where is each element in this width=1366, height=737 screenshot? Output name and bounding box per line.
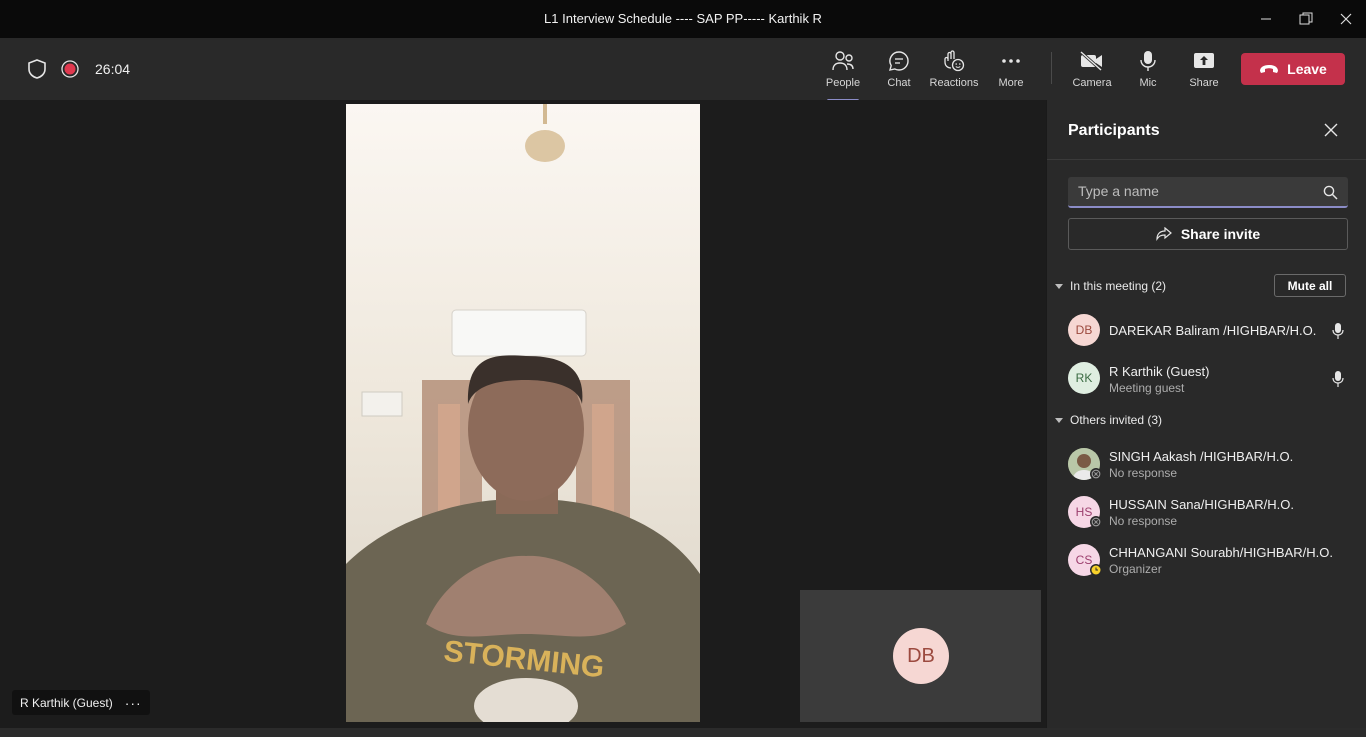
camera-button[interactable]: Camera	[1064, 50, 1120, 94]
speaker-name-tag[interactable]: R Karthik (Guest) ···	[12, 690, 150, 715]
leave-button[interactable]: Leave	[1241, 53, 1345, 85]
video-frame: STORMING	[346, 104, 700, 722]
participant-name: HUSSAIN Sana/HIGHBAR/H.O.	[1109, 497, 1294, 512]
status-badge	[1090, 564, 1102, 576]
close-icon	[1340, 13, 1352, 25]
status-badge	[1090, 516, 1102, 528]
chat-icon	[889, 51, 909, 71]
more-button[interactable]: More	[983, 50, 1039, 94]
camera-off-icon	[1079, 50, 1103, 72]
microphone-icon	[1140, 51, 1156, 71]
minimize-button[interactable]	[1246, 0, 1286, 38]
restore-icon	[1299, 12, 1313, 25]
participant-role: Organizer	[1109, 562, 1162, 576]
chevron-down-icon	[1055, 417, 1063, 423]
participant-row[interactable]: SINGH Aakash /HIGHBAR/H.O. No response	[1068, 446, 1358, 486]
share-icon	[1156, 227, 1172, 241]
participant-name: CHHANGANI Sourabh/HIGHBAR/H.O.	[1109, 545, 1333, 560]
more-label: More	[998, 77, 1024, 89]
unavailable-icon	[1091, 517, 1101, 527]
participant-row[interactable]: CS CHHANGANI Sourabh/HIGHBAR/H.O. Organi…	[1068, 542, 1358, 582]
meeting-toolbar: 26:04 People Chat Reactions More Camera …	[0, 38, 1366, 102]
meeting-status: 26:04	[26, 58, 130, 80]
recording-icon	[61, 60, 79, 78]
participant-search[interactable]	[1068, 177, 1348, 208]
more-icon	[1002, 59, 1020, 63]
more-options-icon[interactable]: ···	[125, 695, 142, 711]
status-badge	[1090, 468, 1102, 480]
title-bar: L1 Interview Schedule ---- SAP PP----- K…	[0, 0, 1366, 38]
toolbar-divider	[1051, 52, 1052, 84]
in-meeting-label: In this meeting (2)	[1070, 279, 1167, 293]
chevron-down-icon	[1055, 283, 1063, 289]
search-input[interactable]	[1078, 183, 1308, 199]
participant-tile[interactable]: DB	[800, 590, 1041, 722]
participant-row[interactable]: RK R Karthik (Guest) Meeting guest	[1068, 360, 1358, 400]
panel-title: Participants	[1068, 122, 1160, 139]
others-invited-label: Others invited (3)	[1070, 413, 1163, 427]
leave-label: Leave	[1287, 61, 1327, 77]
restore-button[interactable]	[1286, 0, 1326, 38]
others-invited-section[interactable]: Others invited (3)	[1055, 413, 1162, 427]
people-button[interactable]: People	[815, 50, 871, 102]
chat-button[interactable]: Chat	[871, 50, 927, 94]
microphone-icon	[1332, 323, 1344, 339]
share-label: Share	[1189, 77, 1219, 89]
reactions-button[interactable]: Reactions	[926, 50, 982, 94]
speaker-name: R Karthik (Guest)	[20, 695, 113, 710]
hang-up-icon	[1260, 65, 1279, 73]
camera-label: Camera	[1072, 77, 1112, 89]
away-clock-icon	[1091, 565, 1101, 575]
mic-button[interactable]: Mic	[1120, 50, 1176, 94]
participant-name: SINGH Aakash /HIGHBAR/H.O.	[1109, 449, 1294, 464]
participant-status: No response	[1109, 514, 1178, 528]
share-screen-icon	[1194, 53, 1214, 68]
chat-label: Chat	[887, 77, 911, 89]
panel-header: Participants	[1047, 100, 1366, 160]
participant-status: No response	[1109, 466, 1178, 480]
microphone-icon	[1332, 371, 1344, 387]
meeting-timer: 26:04	[95, 61, 131, 77]
people-label: People	[825, 77, 861, 89]
participants-panel: Participants Share invite In this meetin…	[1046, 100, 1366, 728]
close-panel-icon[interactable]	[1323, 122, 1339, 138]
share-invite-label: Share invite	[1180, 226, 1261, 242]
shield-icon[interactable]	[26, 58, 48, 80]
search-icon[interactable]	[1323, 185, 1338, 200]
unavailable-icon	[1091, 469, 1101, 479]
participant-row[interactable]: HS HUSSAIN Sana/HIGHBAR/H.O. No response	[1068, 494, 1358, 534]
taskbar-strip	[0, 728, 1366, 737]
participant-name: DAREKAR Baliram /HIGHBAR/H.O.	[1109, 323, 1317, 338]
close-window-button[interactable]	[1326, 0, 1366, 38]
reactions-icon	[944, 50, 965, 72]
in-meeting-section[interactable]: In this meeting (2)	[1055, 279, 1166, 293]
participant-name: R Karthik (Guest)	[1109, 364, 1210, 379]
participant-video: STORMING	[346, 104, 700, 722]
avatar: RK	[1068, 362, 1100, 394]
reactions-label: Reactions	[929, 77, 979, 89]
participant-row[interactable]: DB DAREKAR Baliram /HIGHBAR/H.O.	[1068, 312, 1358, 352]
avatar: DB	[893, 628, 949, 684]
people-icon	[832, 51, 854, 71]
minimize-icon	[1261, 18, 1271, 20]
participant-role: Meeting guest	[1109, 381, 1185, 395]
share-invite-button[interactable]: Share invite	[1068, 218, 1348, 250]
mute-all-button[interactable]: Mute all	[1274, 274, 1346, 297]
window-title: L1 Interview Schedule ---- SAP PP----- K…	[544, 11, 822, 26]
share-button[interactable]: Share	[1176, 50, 1232, 94]
mic-label: Mic	[1139, 77, 1157, 89]
meeting-stage: STORMING DB R Karthik (Guest) ···	[0, 100, 1046, 728]
avatar: DB	[1068, 314, 1100, 346]
